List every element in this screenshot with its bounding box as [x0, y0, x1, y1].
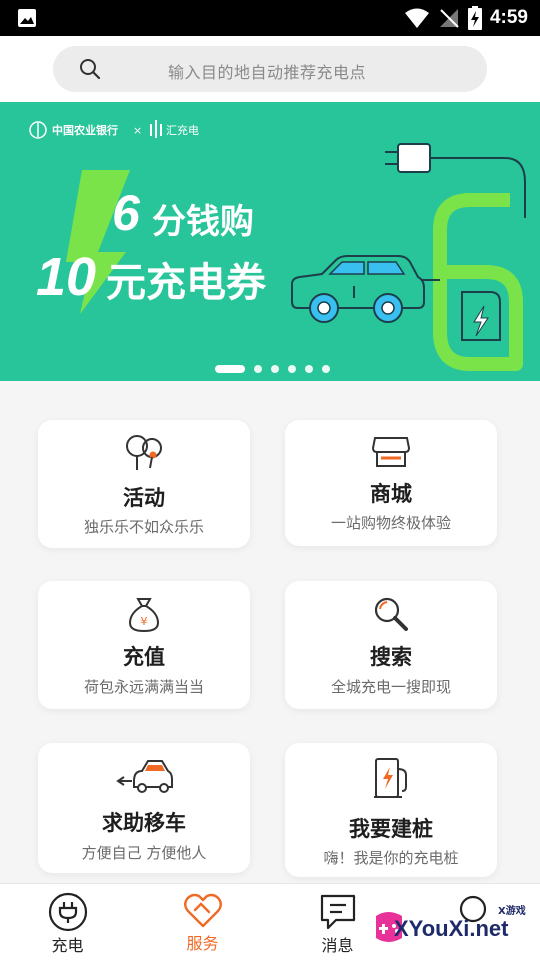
gallery-icon [18, 9, 36, 27]
balloon-icon [126, 435, 162, 470]
service-subtitle: 嗨！我是你的充电桩 [323, 849, 459, 867]
status-bar: 4:59 [0, 0, 540, 36]
service-card-recharge[interactable]: ¥ 充值 荷包永远满满当当 [38, 581, 250, 709]
promo-number-bottom: 10 [36, 247, 97, 307]
carousel-dot[interactable] [215, 365, 245, 373]
status-time: 4:59 [489, 7, 528, 28]
nav-label: 服务 [186, 934, 219, 953]
money-bag-icon: ¥ [128, 598, 160, 633]
service-title: 我要建桩 [349, 817, 433, 841]
service-subtitle: 独乐乐不如众乐乐 [83, 518, 204, 536]
service-title: 求助移车 [102, 811, 186, 835]
nav-label: 充电 [51, 936, 84, 955]
search-icon [374, 597, 408, 631]
no-signal-icon [439, 9, 459, 28]
watermark: XYouXi.net X游戏 [372, 896, 540, 956]
service-card-mall[interactable]: 商城 一站购物终极体验 [285, 420, 497, 546]
promo-line-2: 元充电券 [106, 260, 266, 306]
plug-icon [48, 892, 87, 932]
service-card-search[interactable]: 搜索 全城充电一搜即现 [285, 581, 497, 709]
service-subtitle: 荷包永远满满当当 [83, 678, 204, 696]
service-grid: 活动 独乐乐不如众乐乐 商城 一站购物终极体验 ¥ 充值 荷包永远满满当当 搜索… [0, 381, 540, 883]
service-card-build-pile[interactable]: 我要建桩 嗨！我是你的充电桩 [285, 743, 497, 877]
carousel-dot[interactable] [322, 365, 330, 373]
service-subtitle: 方便自己 方便他人 [81, 844, 207, 862]
carousel-dot[interactable] [288, 365, 296, 373]
carousel-indicator[interactable] [215, 365, 330, 373]
promo-number-top: 6 [112, 185, 140, 241]
promo-line-1: 分钱购 [152, 202, 254, 242]
banner-artwork: × [29, 120, 526, 371]
search-icon [80, 59, 101, 80]
search-placeholder: 输入目的地自动推荐充电点 [168, 63, 367, 82]
brand-abc: 中国农业银行 [52, 124, 118, 137]
heart-icon [183, 893, 222, 928]
plug-head-icon [397, 143, 431, 173]
service-card-move-car[interactable]: 求助移车 方便自己 方便他人 [38, 743, 250, 873]
service-subtitle: 一站购物终极体验 [330, 514, 451, 532]
carousel-dot[interactable] [305, 365, 313, 373]
charging-pile-icon [374, 758, 407, 798]
nav-tab-service[interactable]: 服务 [135, 884, 270, 960]
move-car-icon [116, 760, 173, 793]
service-card-activity[interactable]: 活动 独乐乐不如众乐乐 [38, 420, 250, 548]
message-icon [320, 894, 355, 930]
service-title: 商城 [370, 482, 412, 506]
search-area: 输入目的地自动推荐充电点 [0, 36, 540, 102]
search-input[interactable]: 输入目的地自动推荐充电点 [53, 46, 487, 92]
service-subtitle: 全城充电一搜即现 [330, 678, 451, 696]
service-title: 活动 [123, 486, 165, 510]
watermark-text: XYouXi.net [394, 916, 509, 941]
promo-banner[interactable]: × 中国农业银行 汇充电 6 分钱购 10 元充电券 [0, 102, 540, 381]
svg-text:¥: ¥ [141, 615, 148, 628]
wifi-icon [404, 8, 429, 28]
carousel-dot[interactable] [271, 365, 279, 373]
svg-text:×: × [133, 124, 142, 137]
battery-charging-icon [467, 6, 482, 30]
service-title: 充值 [123, 645, 165, 669]
carousel-dot[interactable] [254, 365, 262, 373]
nav-tab-charge[interactable]: 充电 [0, 884, 135, 960]
watermark-small: X游戏 [498, 906, 526, 917]
service-title: 搜索 [370, 645, 412, 669]
shop-icon [371, 437, 411, 467]
brand-hui: 汇充电 [166, 124, 199, 137]
